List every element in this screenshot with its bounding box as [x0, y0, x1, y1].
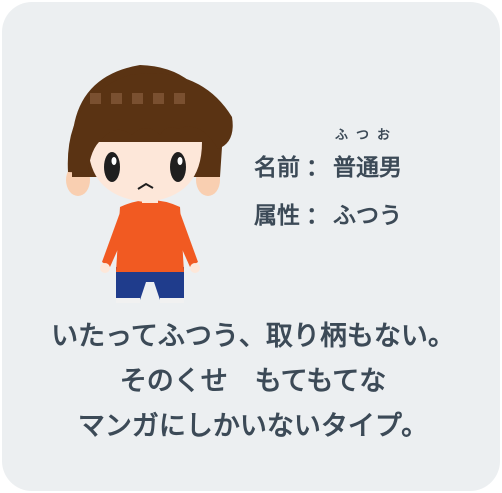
attribute-row: 属性：ふつう: [254, 196, 402, 230]
left-eye-shine: [111, 157, 117, 165]
left-shoe: [116, 298, 140, 303]
hair-highlight: [90, 93, 101, 104]
profile-card: 名前：ふつお 普通男 属性：ふつう いたってふつう、取り柄もない。 そのくせ もて…: [2, 2, 500, 491]
right-eye: [170, 152, 186, 182]
description-line: マンガにしかいないタイプ。: [77, 411, 429, 442]
right-hand: [190, 263, 200, 273]
name-row: 名前：ふつお 普通男: [254, 128, 402, 182]
attribute-label: 属性: [254, 203, 300, 229]
hair-highlight: [153, 93, 164, 104]
shirt: [116, 200, 184, 272]
name-value: 普通男: [333, 155, 402, 181]
left-hand: [100, 263, 110, 273]
name-value-wrap: ふつお 普通男: [333, 128, 402, 182]
right-shoe: [160, 298, 184, 303]
hair-highlight: [111, 93, 122, 104]
name-ruby: ふつお: [335, 128, 399, 143]
right-eye-shine: [177, 157, 183, 165]
attribute-colon: ：: [306, 203, 329, 229]
hair-highlight: [174, 93, 185, 104]
name-label: 名前: [254, 155, 300, 181]
name-colon: ：: [306, 155, 329, 181]
description-line: そのくせ もてもてな: [119, 366, 387, 397]
character-description: いたってふつう、取り柄もない。 そのくせ もてもてな マンガにしかいないタイプ。: [2, 314, 502, 449]
boy-character-illustration: [66, 65, 233, 303]
left-eye: [104, 152, 120, 182]
attribute-value: ふつう: [333, 203, 402, 229]
hair-highlight: [132, 93, 143, 104]
description-line: いたってふつう、取り柄もない。: [51, 321, 455, 352]
